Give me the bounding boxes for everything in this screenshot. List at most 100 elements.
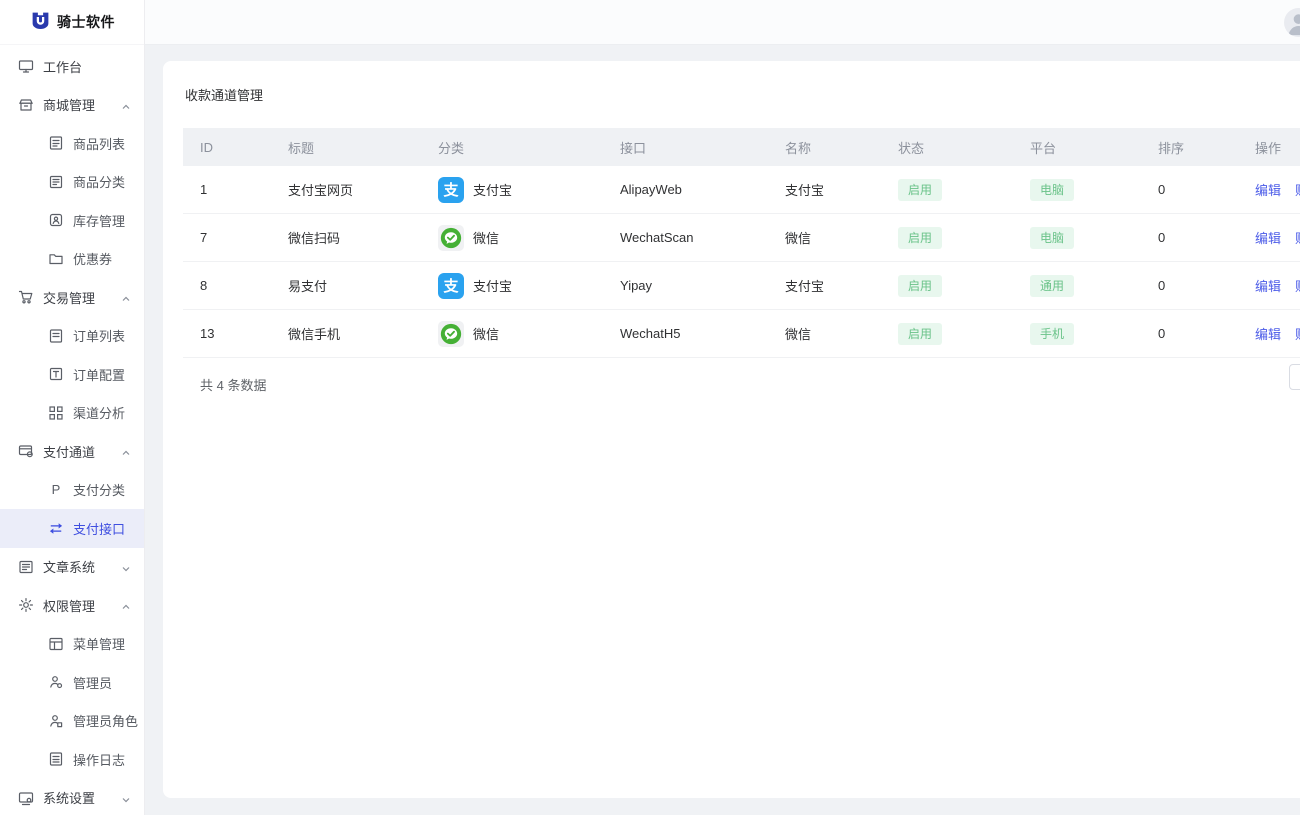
cell-title: 微信手机 — [271, 324, 421, 343]
cell-status: 启用 — [881, 275, 1013, 297]
alipay-icon: 支 — [438, 273, 464, 299]
chevron-up-icon[interactable] — [121, 446, 131, 461]
chevron-up-icon[interactable] — [121, 292, 131, 307]
col-header-platform: 平台 — [1013, 138, 1141, 157]
content-card: 收款通道管理 ID 标题 分类 接口 名称 状态 平台 排序 操作 1 支付宝网… — [163, 61, 1300, 798]
goods-category-icon — [48, 174, 64, 190]
cell-name: 微信 — [768, 228, 881, 247]
platform-badge: 电脑 — [1030, 179, 1074, 201]
sidebar-item-goods-list[interactable]: 商品列表 — [0, 124, 144, 163]
sidebar-item-admin-role[interactable]: 管理员角色 — [0, 702, 144, 741]
sidebar-item-permission-management[interactable]: 权限管理 — [0, 586, 144, 625]
sidebar-item-mall-management[interactable]: 商城管理 — [0, 86, 144, 125]
sidebar-item-label: 库存管理 — [73, 211, 125, 230]
category-label: 支付宝 — [473, 276, 512, 295]
wechat-icon — [438, 321, 464, 347]
edit-link[interactable]: 编辑 — [1255, 180, 1281, 199]
sidebar-item-label: 文章系统 — [43, 557, 95, 576]
castle-logo-icon — [30, 10, 51, 34]
sidebar-item-goods-category[interactable]: 商品分类 — [0, 163, 144, 202]
sidebar-item-coupon[interactable]: 优惠券 — [0, 240, 144, 279]
inventory-icon — [48, 212, 64, 228]
sidebar-item-label: 商城管理 — [43, 95, 95, 114]
table-row: 8 易支付 支 支付宝 Yipay 支付宝 启用 通用 0 编辑 账号 — [183, 262, 1300, 310]
table-row: 1 支付宝网页 支 支付宝 AlipayWeb 支付宝 启用 电脑 0 编辑 账… — [183, 166, 1300, 214]
sidebar-item-label: 管理员 — [73, 673, 112, 692]
account-link[interactable]: 账号 — [1295, 324, 1300, 343]
account-link[interactable]: 账号 — [1295, 228, 1300, 247]
chevron-down-icon[interactable] — [121, 793, 131, 808]
sidebar-item-order-config[interactable]: 订单配置 — [0, 355, 144, 394]
sidebar-item-payment-channel[interactable]: 支付通道 — [0, 432, 144, 471]
cell-status: 启用 — [881, 323, 1013, 345]
sidebar-item-inventory[interactable]: 库存管理 — [0, 201, 144, 240]
cell-id: 8 — [183, 278, 271, 293]
cell-platform: 通用 — [1013, 275, 1141, 297]
sidebar-item-article-system[interactable]: 文章系统 — [0, 548, 144, 587]
table-row: 7 微信扫码 微信 WechatScan 微信 启用 — [183, 214, 1300, 262]
edit-link[interactable]: 编辑 — [1255, 324, 1281, 343]
gear-icon — [18, 597, 34, 613]
sidebar-item-admin[interactable]: 管理员 — [0, 663, 144, 702]
sidebar-item-label: 订单列表 — [73, 326, 125, 345]
page-title: 收款通道管理 — [185, 85, 1300, 104]
cell-operation: 编辑 账号 — [1238, 228, 1300, 247]
cart-icon — [18, 289, 34, 305]
sidebar-item-trade-management[interactable]: 交易管理 — [0, 278, 144, 317]
cell-interface: WechatScan — [603, 230, 768, 245]
col-header-sort: 排序 — [1141, 138, 1238, 157]
sidebar-menu: 工作台 商城管理 商品列表 商品分类 — [0, 45, 144, 815]
cell-category: 微信 — [421, 225, 603, 251]
col-header-id: ID — [183, 140, 271, 155]
cell-name: 支付宝 — [768, 180, 881, 199]
order-config-icon — [48, 366, 64, 382]
sidebar-item-system-settings[interactable]: 系统设置 — [0, 779, 144, 815]
table-header-row: ID 标题 分类 接口 名称 状态 平台 排序 操作 — [183, 128, 1300, 166]
wechat-icon — [438, 225, 464, 251]
sidebar-item-label: 菜单管理 — [73, 634, 125, 653]
category-label: 微信 — [473, 228, 499, 247]
chevron-down-icon[interactable] — [121, 562, 131, 577]
cell-interface: WechatH5 — [603, 326, 768, 341]
cell-sort: 0 — [1141, 230, 1238, 245]
account-link[interactable]: 账号 — [1295, 180, 1300, 199]
cell-status: 启用 — [881, 179, 1013, 201]
col-header-interface: 接口 — [603, 138, 768, 157]
col-header-title: 标题 — [271, 138, 421, 157]
workbench-monitor-icon — [18, 58, 34, 74]
col-header-name: 名称 — [768, 138, 881, 157]
cell-status: 启用 — [881, 227, 1013, 249]
edit-link[interactable]: 编辑 — [1255, 276, 1281, 295]
sidebar-item-payment-interface[interactable]: 支付接口 — [0, 509, 144, 548]
sidebar-item-workbench[interactable]: 工作台 — [0, 47, 144, 86]
operation-log-icon — [48, 751, 64, 767]
col-header-operation: 操作 — [1238, 138, 1300, 157]
sidebar-item-menu-management[interactable]: 菜单管理 — [0, 625, 144, 664]
chevron-up-icon[interactable] — [121, 600, 131, 615]
sidebar-item-label: 支付接口 — [73, 519, 125, 538]
cell-platform: 电脑 — [1013, 227, 1141, 249]
sidebar-item-label: 渠道分析 — [73, 403, 125, 422]
cell-platform: 电脑 — [1013, 179, 1141, 201]
app-logo[interactable]: 骑士软件 — [0, 0, 144, 45]
sidebar-item-operation-log[interactable]: 操作日志 — [0, 740, 144, 779]
cell-platform: 手机 — [1013, 323, 1141, 345]
chevron-up-icon[interactable] — [121, 100, 131, 115]
account-link[interactable]: 账号 — [1295, 276, 1300, 295]
alipay-icon: 支 — [438, 177, 464, 203]
edit-link[interactable]: 编辑 — [1255, 228, 1281, 247]
sidebar-item-label: 商品分类 — [73, 172, 125, 191]
cell-interface: Yipay — [603, 278, 768, 293]
cell-sort: 0 — [1141, 278, 1238, 293]
sidebar-item-order-list[interactable]: 订单列表 — [0, 317, 144, 356]
user-avatar[interactable] — [1284, 8, 1300, 37]
sidebar-item-label: 系统设置 — [43, 788, 95, 807]
sidebar-item-label: 支付分类 — [73, 480, 125, 499]
status-badge: 启用 — [898, 179, 942, 201]
sidebar-item-payment-category[interactable]: P 支付分类 — [0, 471, 144, 510]
system-settings-icon — [18, 790, 34, 806]
status-badge: 启用 — [898, 323, 942, 345]
pagination-button[interactable] — [1289, 364, 1300, 390]
sidebar-item-channel-analysis[interactable]: 渠道分析 — [0, 394, 144, 433]
sidebar-item-label: 支付通道 — [43, 442, 95, 461]
